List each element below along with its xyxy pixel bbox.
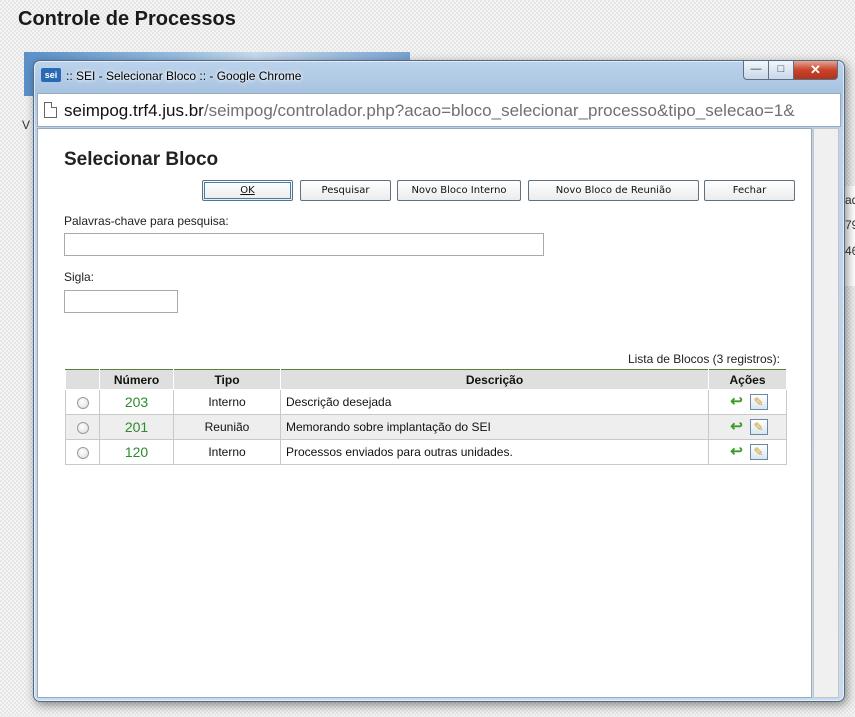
column-header-numero: Número [99, 369, 174, 390]
url-path: /seimpog/controlador.php?acao=bloco_sele… [203, 101, 795, 120]
row-select-cell [65, 414, 100, 440]
keywords-label: Palavras-chave para pesquisa: [64, 214, 229, 228]
column-header-tipo: Tipo [173, 369, 281, 390]
row-radio[interactable] [76, 446, 89, 459]
row-select-cell [65, 439, 100, 465]
table-header-row: Número Tipo Descrição Ações [65, 369, 787, 390]
row-tipo: Interno [173, 439, 281, 465]
edit-note-icon[interactable]: ✎ [749, 444, 768, 460]
table-caption: Lista de Blocos (3 registros): [627, 352, 780, 366]
sigla-label: Sigla: [64, 270, 95, 284]
background-side-text-1: ad [845, 193, 855, 207]
row-tipo: Reunião [173, 414, 281, 440]
row-actions: ↩ ✎ [708, 439, 787, 465]
maximize-button[interactable]: □ [769, 61, 794, 80]
blocos-table: Número Tipo Descrição Ações 203 Interno … [65, 369, 787, 465]
window-controls: — □ ✕ [743, 61, 838, 81]
ok-button[interactable]: OK [202, 180, 293, 201]
ok-button-label: OK [240, 185, 255, 196]
arrow-return-icon[interactable]: ↩ [728, 419, 746, 435]
sei-app-icon: sei [41, 68, 61, 82]
row-radio[interactable] [76, 421, 89, 434]
row-descricao: Memorando sobre implantação do SEI [280, 414, 709, 440]
row-numero[interactable]: 203 [99, 389, 174, 415]
column-header-select [65, 369, 100, 390]
background-side-text-2: 79 [845, 218, 855, 232]
edit-note-icon[interactable]: ✎ [749, 394, 768, 410]
keywords-input[interactable] [64, 233, 544, 256]
page-content: Selecionar Bloco OK Pesquisar Novo Bloco… [37, 128, 812, 698]
row-actions: ↩ ✎ [708, 389, 787, 415]
minimize-button[interactable]: — [743, 61, 769, 80]
table-row: 120 Interno Processos enviados para outr… [65, 439, 787, 465]
row-select-cell [65, 389, 100, 415]
background-side-text-3: 46 [845, 244, 855, 258]
arrow-return-icon[interactable]: ↩ [728, 444, 746, 460]
row-radio[interactable] [76, 396, 89, 409]
window-titlebar[interactable]: sei :: SEI - Selecionar Bloco :: - Googl… [34, 61, 844, 91]
pesquisar-button[interactable]: Pesquisar [300, 180, 391, 201]
edit-note-icon[interactable]: ✎ [749, 419, 768, 435]
row-numero[interactable]: 120 [99, 439, 174, 465]
fechar-button[interactable]: Fechar [704, 180, 795, 201]
vertical-scrollbar[interactable] [813, 128, 839, 698]
page-title: Selecionar Bloco [64, 149, 219, 170]
background-page-title: Controle de Processos [18, 8, 236, 30]
page-icon [44, 102, 57, 118]
sigla-input[interactable] [64, 290, 178, 313]
novo-bloco-interno-button[interactable]: Novo Bloco Interno [397, 180, 521, 201]
novo-bloco-reuniao-button[interactable]: Novo Bloco de Reunião [528, 180, 699, 201]
url-host: seimpog.trf4.jus.br [64, 101, 204, 120]
close-window-button[interactable]: ✕ [794, 61, 838, 80]
url-text[interactable]: seimpog.trf4.jus.br/seimpog/controlador.… [64, 101, 839, 121]
row-descricao: Descrição desejada [280, 389, 709, 415]
row-numero[interactable]: 201 [99, 414, 174, 440]
column-header-descricao: Descrição [280, 369, 709, 390]
table-row: 201 Reunião Memorando sobre implantação … [65, 414, 787, 440]
popup-window: sei :: SEI - Selecionar Bloco :: - Googl… [33, 60, 845, 702]
column-header-acoes: Ações [708, 369, 787, 390]
address-bar[interactable]: seimpog.trf4.jus.br/seimpog/controlador.… [37, 93, 841, 127]
window-title: :: SEI - Selecionar Bloco :: - Google Ch… [66, 69, 302, 83]
arrow-return-icon[interactable]: ↩ [728, 394, 746, 410]
background-side-text: V [22, 118, 31, 132]
row-actions: ↩ ✎ [708, 414, 787, 440]
row-descricao: Processos enviados para outras unidades. [280, 439, 709, 465]
table-row: 203 Interno Descrição desejada ↩ ✎ [65, 389, 787, 415]
row-tipo: Interno [173, 389, 281, 415]
